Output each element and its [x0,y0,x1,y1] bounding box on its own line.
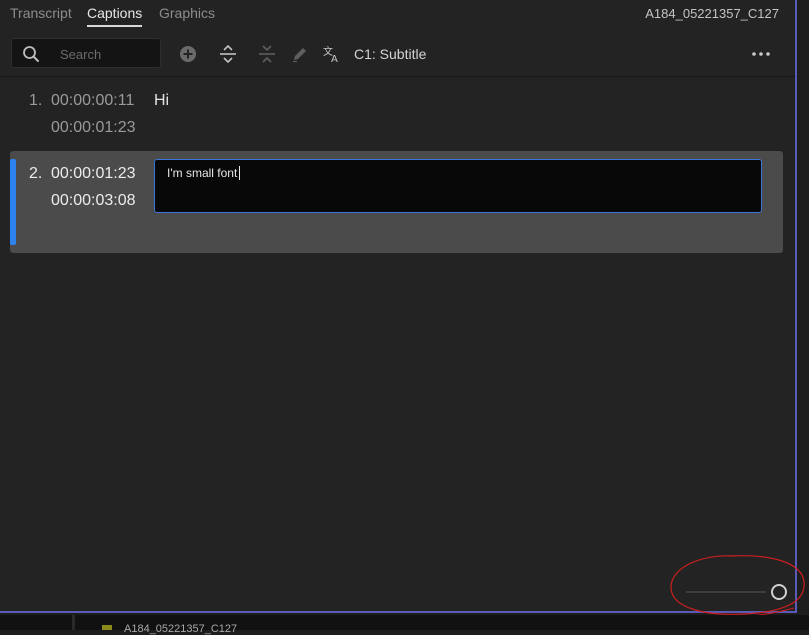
split-caption-icon[interactable] [218,44,238,64]
zoom-slider-thumb[interactable] [771,584,787,600]
search-box[interactable] [11,38,161,68]
caption-text: I'm small font [167,166,238,180]
captions-panel: Transcript Captions Graphics A184_052213… [0,0,797,613]
merge-caption-icon[interactable] [257,44,277,64]
text-cursor [239,166,241,180]
timeline-strip: A184_05221357_C127 [0,615,809,635]
panel-tabs: Transcript Captions Graphics A184_052213… [0,0,795,30]
caption-number: 2. [29,165,43,182]
caption-track-label[interactable]: C1: Subtitle [354,46,426,62]
captions-toolbar: 文 A C1: Subtitle [0,36,795,77]
caption-text[interactable]: Hi [154,92,169,110]
edit-icon[interactable] [290,44,310,64]
caption-end-time[interactable]: 00:00:03:08 [51,192,136,210]
strip-clip-name[interactable]: A184_05221357_C127 [124,623,237,635]
svg-text:A: A [331,54,338,64]
tab-graphics[interactable]: Graphics [159,5,215,21]
more-icon[interactable] [751,46,771,62]
caption-number: 1. [29,92,43,109]
caption-text-editor[interactable]: I'm small font [154,159,762,213]
caption-row[interactable]: 1. 00:00:00:11 00:00:01:23 Hi [10,80,783,140]
caption-start-time[interactable]: 00:00:01:23 [51,165,136,183]
clip-color-label [102,625,112,630]
tab-captions[interactable]: Captions [87,5,143,27]
tab-transcript[interactable]: Transcript [10,5,72,21]
strip-divider [72,615,75,630]
search-icon [23,46,39,62]
caption-end-time[interactable]: 00:00:01:23 [51,119,136,137]
zoom-slider-track[interactable] [686,591,766,593]
add-caption-icon[interactable] [178,44,198,64]
caption-start-time[interactable]: 00:00:00:11 [51,92,134,110]
translate-icon[interactable]: 文 A [322,44,342,64]
caption-row-selected[interactable]: 2. 00:00:01:23 00:00:03:08 I'm small fon… [10,151,783,253]
clip-name: A184_05221357_C127 [645,6,779,21]
zoom-slider[interactable] [686,584,787,600]
selection-indicator [10,159,16,245]
search-input[interactable] [58,44,160,64]
